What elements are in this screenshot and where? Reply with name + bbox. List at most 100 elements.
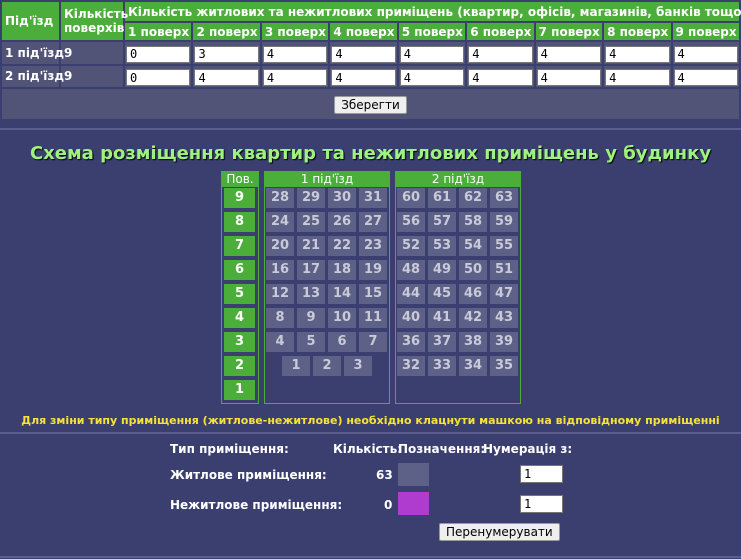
room-count-input[interactable] — [536, 69, 602, 86]
apartment-cell[interactable]: 5 — [297, 332, 325, 352]
room-count-input[interactable] — [126, 69, 191, 86]
apartment-cell[interactable]: 36 — [397, 332, 425, 352]
apartment-cell[interactable]: 30 — [328, 188, 356, 208]
apartment-cell[interactable]: 2 — [313, 356, 341, 376]
room-count-input[interactable] — [468, 45, 533, 63]
apartment-cell[interactable]: 45 — [428, 284, 456, 304]
apartment-cell[interactable]: 44 — [397, 284, 425, 304]
apartment-cell[interactable]: 29 — [297, 188, 325, 208]
room-count-input[interactable] — [468, 69, 533, 86]
apartment-cell[interactable]: 11 — [359, 308, 387, 328]
apartment-cell[interactable]: 62 — [459, 188, 487, 208]
floor-number: 8 — [224, 212, 255, 232]
apartment-cell[interactable]: 42 — [459, 308, 487, 328]
room-count-input[interactable] — [194, 69, 259, 86]
type-header: Тип приміщення: — [170, 442, 289, 456]
apartment-cell[interactable]: 52 — [397, 236, 425, 256]
floor-number: 6 — [224, 260, 255, 280]
save-button[interactable]: Зберегти — [334, 96, 407, 114]
apartment-cell[interactable]: 39 — [490, 332, 518, 352]
room-count-input[interactable] — [262, 45, 328, 63]
apartment-cell[interactable]: 56 — [397, 212, 425, 232]
apartment-cell[interactable]: 61 — [428, 188, 456, 208]
floor-number: 9 — [224, 188, 255, 208]
apartment-cell[interactable]: 34 — [459, 356, 487, 376]
apartment-cell[interactable]: 32 — [397, 356, 425, 376]
apartment-cell[interactable]: 7 — [359, 332, 387, 352]
apartment-cell[interactable]: 46 — [459, 284, 487, 304]
apartment-cell[interactable]: 60 — [397, 188, 425, 208]
apartment-cell[interactable]: 3 — [344, 356, 372, 376]
apartment-cell[interactable]: 17 — [297, 260, 325, 280]
apartment-cell[interactable]: 12 — [266, 284, 294, 304]
room-count-input[interactable] — [331, 45, 396, 63]
apartment-cell[interactable]: 43 — [490, 308, 518, 328]
apartment-cell[interactable]: 41 — [428, 308, 456, 328]
apartment-cell[interactable]: 50 — [459, 260, 487, 280]
apartment-cell[interactable]: 20 — [266, 236, 294, 256]
room-count-input[interactable] — [331, 69, 396, 86]
divider — [0, 432, 741, 434]
table-row: 2 під'їзд 9 — [2, 65, 739, 87]
apartment-cell[interactable]: 15 — [359, 284, 387, 304]
residential-start-input[interactable] — [520, 465, 563, 483]
apartment-cell[interactable]: 22 — [328, 236, 356, 256]
room-count-input[interactable] — [262, 69, 328, 86]
apartment-cell[interactable]: 58 — [459, 212, 487, 232]
apartment-cell[interactable]: 18 — [328, 260, 356, 280]
apartment-cell[interactable]: 59 — [490, 212, 518, 232]
apartment-cell[interactable]: 53 — [428, 236, 456, 256]
apartment-cell[interactable]: 23 — [359, 236, 387, 256]
apartment-cell[interactable]: 31 — [359, 188, 387, 208]
apartment-cell[interactable]: 26 — [328, 212, 356, 232]
apartment-cell[interactable]: 40 — [397, 308, 425, 328]
apartment-cell[interactable]: 27 — [359, 212, 387, 232]
apartment-cell[interactable]: 54 — [459, 236, 487, 256]
apartment-cell[interactable]: 33 — [428, 356, 456, 376]
floor-header-4: 4 поверх — [330, 23, 397, 40]
apartment-cell[interactable]: 28 — [266, 188, 294, 208]
apartment-cell[interactable]: 6 — [328, 332, 356, 352]
apartment-cell[interactable]: 37 — [428, 332, 456, 352]
floor-header-2: 2 поверх — [193, 23, 260, 40]
apartment-cell[interactable]: 55 — [490, 236, 518, 256]
residential-swatch — [398, 463, 429, 486]
room-count-input[interactable] — [605, 69, 670, 86]
apartment-cell[interactable]: 9 — [297, 308, 325, 328]
room-count-input[interactable] — [399, 45, 465, 63]
apartment-cell[interactable]: 21 — [297, 236, 325, 256]
nonresidential-start-input[interactable] — [520, 495, 563, 513]
floor-number: 5 — [224, 284, 255, 304]
apartment-cell[interactable]: 24 — [266, 212, 294, 232]
apartment-cell[interactable]: 13 — [297, 284, 325, 304]
apartment-cell[interactable]: 38 — [459, 332, 487, 352]
room-count-input[interactable] — [126, 45, 191, 63]
apartment-cell[interactable]: 25 — [297, 212, 325, 232]
room-count-input[interactable] — [399, 69, 465, 86]
room-count-input[interactable] — [605, 45, 670, 63]
room-count-input[interactable] — [673, 69, 738, 86]
apartment-cell[interactable]: 16 — [266, 260, 294, 280]
floor-column-header: Пов. — [222, 172, 258, 187]
apartment-cell[interactable]: 49 — [428, 260, 456, 280]
renumber-button[interactable]: Перенумерувати — [439, 523, 560, 541]
apartment-cell[interactable]: 14 — [328, 284, 356, 304]
apartment-cell[interactable]: 51 — [490, 260, 518, 280]
apartment-cell[interactable]: 48 — [397, 260, 425, 280]
apartment-cell[interactable]: 4 — [266, 332, 294, 352]
room-count-input[interactable] — [194, 45, 259, 63]
apartment-cell[interactable]: 35 — [490, 356, 518, 376]
room-count-input[interactable] — [536, 45, 602, 63]
apartment-cell[interactable]: 63 — [490, 188, 518, 208]
floors-count-header: Кількість поверхів — [61, 2, 128, 40]
count-header: Кількість: — [333, 442, 403, 456]
apartment-cell[interactable]: 10 — [328, 308, 356, 328]
apartment-cell[interactable]: 47 — [490, 284, 518, 304]
entrance-2-header: 2 під'їзд — [396, 172, 520, 187]
apartment-cell[interactable]: 19 — [359, 260, 387, 280]
entrance-1-header: 1 під'їзд — [265, 172, 389, 187]
apartment-cell[interactable]: 1 — [282, 356, 310, 376]
apartment-cell[interactable]: 57 — [428, 212, 456, 232]
room-count-input[interactable] — [673, 45, 738, 63]
apartment-cell[interactable]: 8 — [266, 308, 294, 328]
